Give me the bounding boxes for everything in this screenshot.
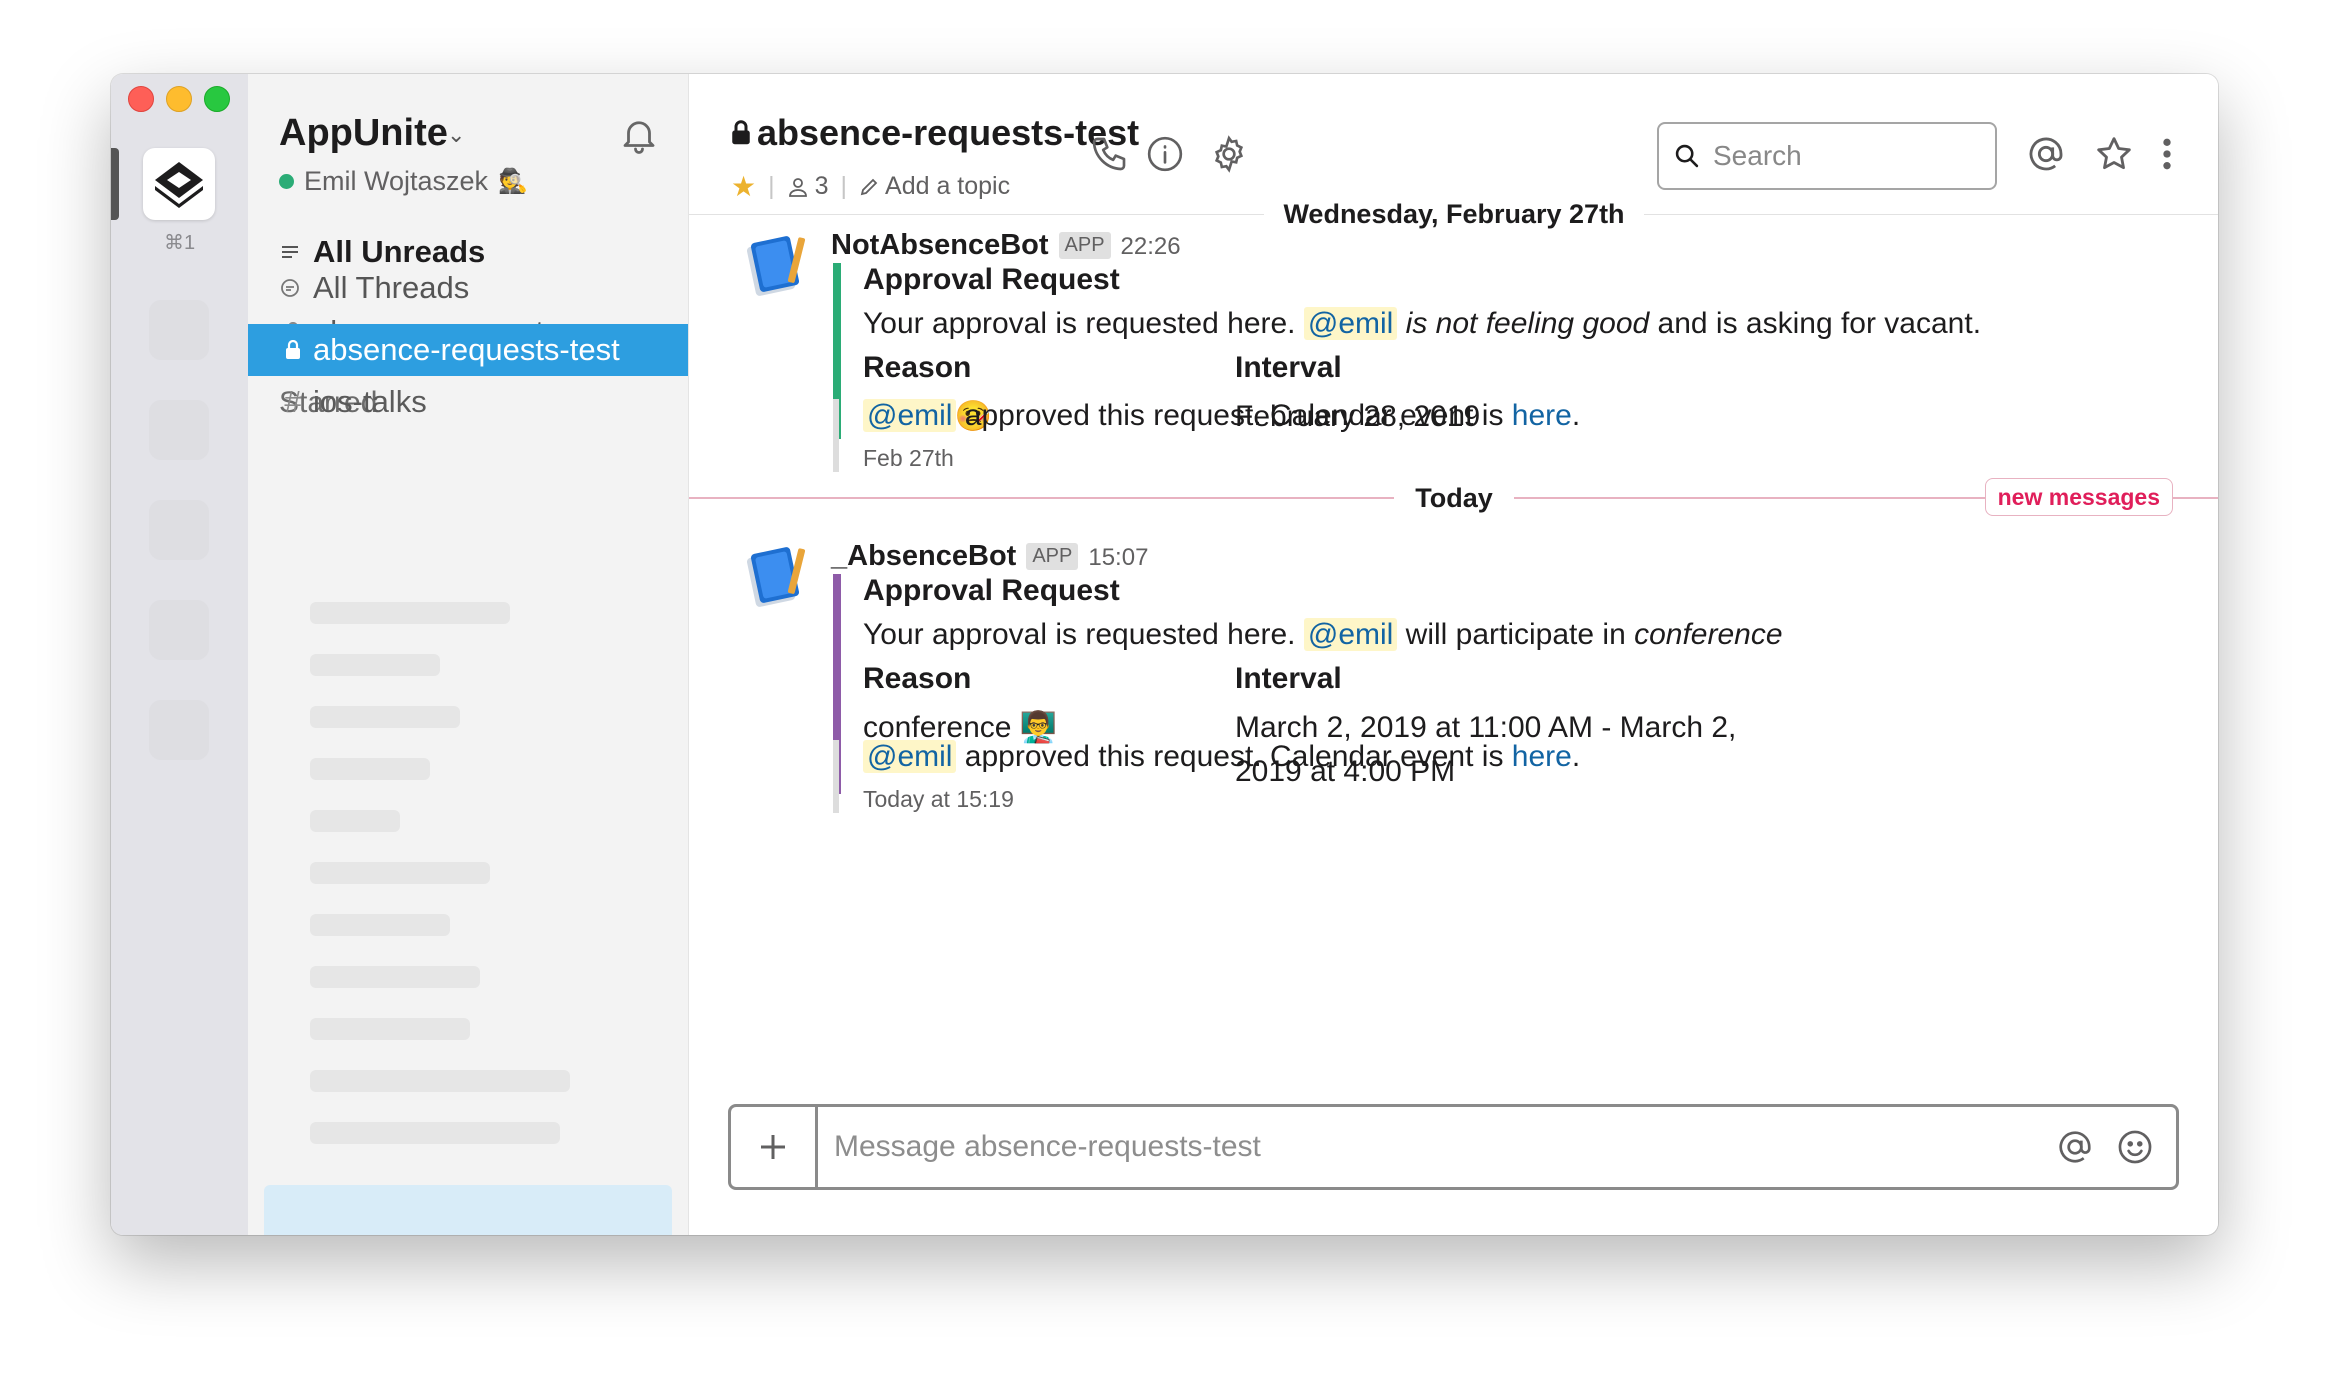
message-time[interactable]: 15:07 <box>1088 544 1148 572</box>
add-team-icon[interactable] <box>149 700 209 760</box>
reason-field: Reason conference 👨‍🏫 <box>863 662 1058 744</box>
lock-icon <box>731 120 751 146</box>
team-shortcut-label: ⌘1 <box>163 232 196 254</box>
approval-text: @emil approved this request. Calendar ev… <box>863 740 1580 786</box>
attachment-text: Your approval is requested here. @emil i… <box>863 307 1982 340</box>
message-composer <box>728 1104 2179 1190</box>
threads-icon <box>279 277 301 299</box>
message-list: NotAbsenceBot APP 22:26 Approval Request… <box>689 215 2218 1235</box>
channel-title[interactable]: absence-requests-test <box>731 112 1139 154</box>
search-icon <box>1673 142 1701 170</box>
calendar-link[interactable]: here <box>1512 740 1572 773</box>
channel-name: absence-requests-test <box>757 112 1140 153</box>
star-filled-icon[interactable]: ★ <box>731 170 756 203</box>
new-messages-divider: Today new messages <box>689 478 2218 518</box>
channel-name: absence-requests-test <box>313 332 620 367</box>
pencil-icon <box>859 177 879 197</box>
active-team-indicator <box>111 148 119 220</box>
channel-name: ios-talks <box>313 384 427 419</box>
user-status-emoji: 🕵️ <box>498 168 528 195</box>
app-badge: APP <box>1058 232 1111 259</box>
mentions-at-icon[interactable] <box>2026 134 2066 174</box>
minimize-window-button[interactable] <box>166 86 192 112</box>
search-input[interactable]: Search <box>1657 122 1997 190</box>
team-icon[interactable] <box>149 500 209 560</box>
nav-all-threads[interactable]: All Threads <box>279 270 469 306</box>
channel-ios-talks[interactable]: # ios-talks <box>248 376 688 428</box>
unreads-icon <box>279 241 301 263</box>
attachment-text: Your approval is requested here. @emil w… <box>863 618 1783 651</box>
emoji-picker-icon[interactable] <box>2116 1128 2154 1166</box>
user-mention[interactable]: @emil <box>863 740 957 773</box>
message-time[interactable]: 22:26 <box>1121 233 1181 261</box>
attach-plus-button[interactable] <box>731 1107 818 1187</box>
more-vertical-icon[interactable] <box>2157 134 2177 174</box>
hash-icon: # <box>284 384 302 419</box>
sender-name[interactable]: NotAbsenceBot <box>831 229 1049 262</box>
approval-time: Feb 27th <box>863 445 954 471</box>
lock-icon <box>279 340 307 360</box>
message-header: NotAbsenceBot APP 22:26 <box>831 229 1181 262</box>
workspace-name[interactable]: AppUnite <box>279 112 448 155</box>
channel-main: absence-requests-test ★ | 3 | Add a topi… <box>689 74 2218 1235</box>
app-badge: APP <box>1026 543 1079 570</box>
chevron-down-icon[interactable]: ⌄ <box>447 122 465 148</box>
attachment-title: Approval Request <box>863 263 1120 296</box>
channel-absence-requests-test[interactable]: absence-requests-test <box>248 324 688 376</box>
today-label: Today <box>1394 478 1514 518</box>
user-mention[interactable]: @emil <box>1303 307 1398 340</box>
channel-header: absence-requests-test ★ | 3 | Add a topi… <box>689 74 2218 234</box>
app-window: ⌘1 AppUnite ⌄ Emil Wojtaszek 🕵️ All Unre… <box>111 74 2218 1235</box>
user-mention[interactable]: @emil <box>863 399 957 432</box>
sender-name[interactable]: _AbsenceBot <box>831 540 1016 573</box>
team-icon[interactable] <box>149 300 209 360</box>
add-topic-button[interactable]: Add a topic <box>859 172 1010 201</box>
nav-all-unreads[interactable]: All Unreads <box>279 234 485 270</box>
user-name: Emil Wojtaszek <box>304 166 489 196</box>
approval-note: @emil approved this request. Calendar ev… <box>833 740 1580 813</box>
search-placeholder: Search <box>1713 140 1802 171</box>
approval-time: Today at 15:19 <box>863 786 1014 812</box>
approval-note: @emil approved this request. Calendar ev… <box>833 399 1580 472</box>
bell-icon[interactable] <box>618 114 660 156</box>
info-icon[interactable] <box>1145 134 1185 174</box>
presence-active-icon <box>279 174 294 189</box>
close-window-button[interactable] <box>128 86 154 112</box>
attachment-title: Approval Request <box>863 574 1120 607</box>
current-user[interactable]: Emil Wojtaszek 🕵️ <box>279 166 528 197</box>
gear-icon[interactable] <box>1209 134 1249 174</box>
bot-avatar-book-icon[interactable] <box>741 540 813 612</box>
message-header: _AbsenceBot APP 15:07 <box>831 540 1148 573</box>
new-messages-badge[interactable]: new messages <box>1984 478 2173 516</box>
member-count-button[interactable]: 3 <box>787 172 829 201</box>
channel-meta: ★ | 3 | Add a topic <box>731 170 1011 203</box>
team-switcher: ⌘1 <box>111 74 248 1235</box>
team-icon[interactable] <box>149 600 209 660</box>
add-topic-label: Add a topic <box>885 172 1011 200</box>
jump-button[interactable] <box>264 1185 672 1235</box>
nav-label: All Threads <box>313 270 470 305</box>
team-icon[interactable] <box>149 400 209 460</box>
phone-icon[interactable] <box>1089 134 1129 174</box>
member-count: 3 <box>814 172 829 200</box>
mention-at-icon[interactable] <box>2056 1128 2094 1166</box>
nav-label: All Unreads <box>313 234 486 269</box>
channel-sidebar: AppUnite ⌄ Emil Wojtaszek 🕵️ All Unreads… <box>248 74 689 1235</box>
approval-text: @emil approved this request. Calendar ev… <box>863 399 1580 445</box>
person-icon <box>787 176 809 198</box>
team-appunite-icon[interactable] <box>143 148 215 220</box>
star-outline-icon[interactable] <box>2094 134 2134 174</box>
calendar-link[interactable]: here <box>1512 399 1572 432</box>
bot-avatar-book-icon[interactable] <box>741 229 813 301</box>
message-input[interactable] <box>818 1129 2056 1165</box>
user-mention[interactable]: @emil <box>1303 618 1398 651</box>
zoom-window-button[interactable] <box>204 86 230 112</box>
